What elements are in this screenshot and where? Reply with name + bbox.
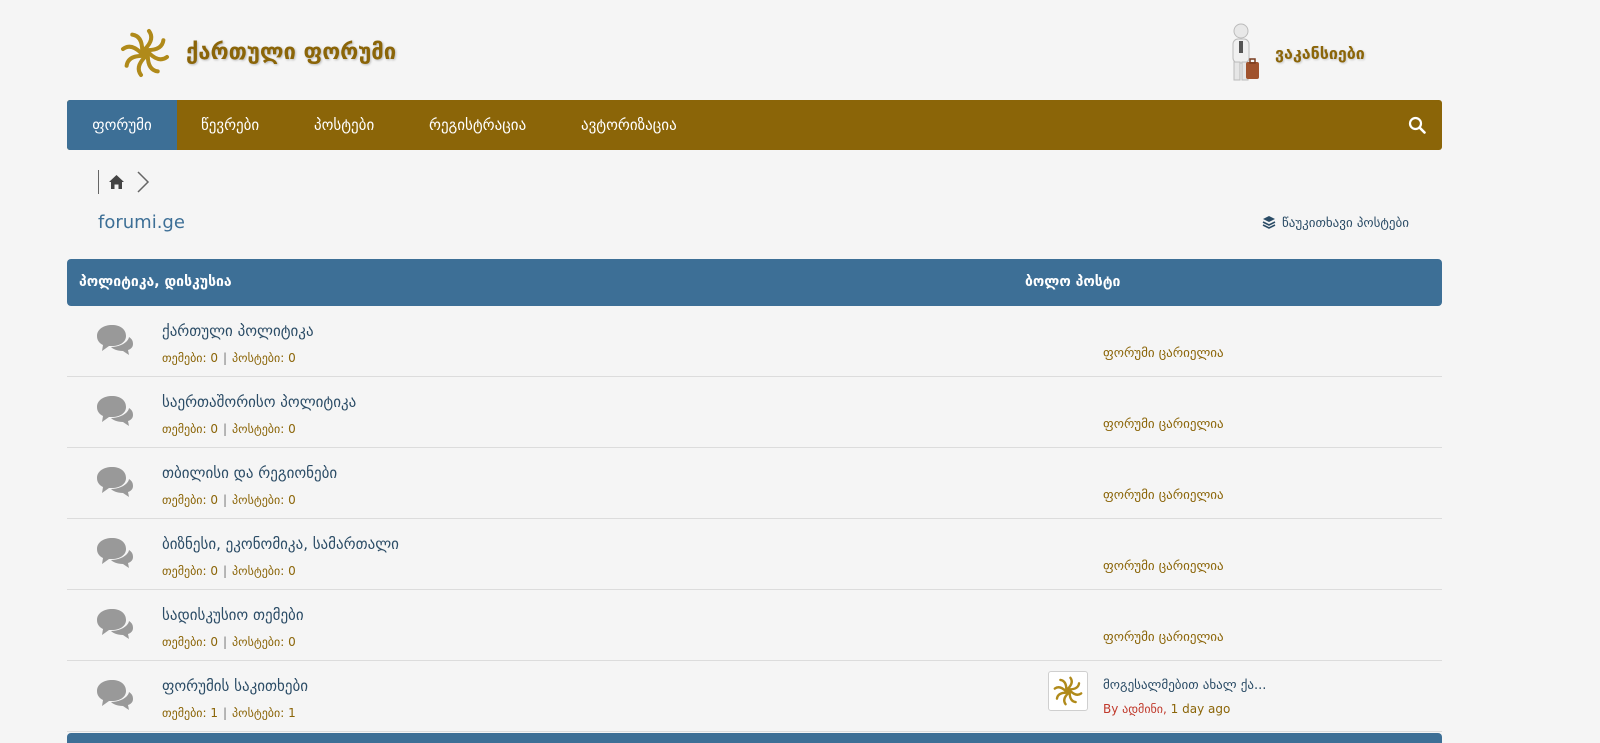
- unread-posts-link[interactable]: წაუკითხავი პოსტები: [1262, 215, 1409, 231]
- stats-separator: |: [223, 493, 228, 507]
- last-post-author[interactable]: By ადმინი,: [1103, 702, 1167, 716]
- site-title[interactable]: ქართული ფორუმი: [186, 40, 396, 65]
- comments-icon: [95, 466, 135, 500]
- topics-count: 0: [210, 635, 218, 649]
- forum-stats: თემები: 0 | პოსტები: 0: [162, 351, 296, 365]
- nav-item-register[interactable]: რეგისტრაცია: [429, 100, 526, 150]
- nav-item-forum[interactable]: ფორუმი: [67, 100, 177, 150]
- site-logo-icon[interactable]: [120, 28, 170, 78]
- posts-count: 0: [288, 351, 296, 365]
- comments-icon: [95, 608, 135, 642]
- jobs-link[interactable]: ვაკანსიები: [1275, 44, 1365, 63]
- last-post-meta: By ადმინი, 1 day ago: [1103, 702, 1230, 716]
- posts-count: 1: [288, 706, 296, 720]
- posts-label: პოსტები:: [232, 635, 285, 649]
- forum-row: სადისკუსიო თემები თემები: 0 | პოსტები: 0 ფორ…: [67, 590, 1442, 661]
- posts-label: პოსტები:: [232, 706, 285, 720]
- forum-title-link[interactable]: ქართული პოლიტიკა: [162, 322, 314, 340]
- comments-icon: [95, 679, 135, 713]
- posts-label: პოსტები:: [232, 351, 285, 365]
- category-header: პოლიტიკა, დისკუსია ბოლო პოსტი: [67, 259, 1442, 306]
- stats-separator: |: [223, 351, 228, 365]
- next-category-header: [67, 733, 1442, 743]
- forum-stats: თემები: 1 | პოსტები: 1: [162, 706, 296, 720]
- last-post-time: 1 day ago: [1170, 702, 1231, 716]
- forum-title-link[interactable]: ბიზნესი, ეკონომიკა, სამართალი: [162, 535, 399, 553]
- stats-separator: |: [223, 706, 228, 720]
- topics-count: 0: [210, 351, 218, 365]
- last-post-link[interactable]: მოგესალმებით ახალ ქა...: [1103, 678, 1266, 693]
- home-icon[interactable]: [108, 174, 125, 190]
- forum-title-link[interactable]: სადისკუსიო თემები: [162, 606, 304, 624]
- nav-item-members[interactable]: წევრები: [201, 100, 259, 150]
- unread-posts-label: წაუკითხავი პოსტები: [1282, 216, 1409, 231]
- posts-count: 0: [288, 635, 296, 649]
- nav-item-login[interactable]: ავტორიზაცია: [581, 100, 677, 150]
- topics-label: თემები:: [162, 635, 207, 649]
- category-title[interactable]: პოლიტიკა, დისკუსია: [79, 274, 232, 290]
- chevron-right-icon: [137, 171, 150, 193]
- avatar[interactable]: [1048, 671, 1088, 711]
- last-post-column-header: ბოლო პოსტი: [1025, 274, 1121, 290]
- forum-empty-status: ფორუმი ცარიელია: [1103, 488, 1224, 503]
- layers-icon: [1262, 216, 1276, 229]
- forum-stats: თემები: 0 | პოსტები: 0: [162, 493, 296, 507]
- topics-label: თემები:: [162, 351, 207, 365]
- topics-label: თემები:: [162, 493, 207, 507]
- posts-label: პოსტები:: [232, 564, 285, 578]
- main-nav: ფორუმი წევრები პოსტები რეგისტრაცია ავტორ…: [67, 100, 1442, 150]
- posts-count: 0: [288, 564, 296, 578]
- topics-label: თემები:: [162, 564, 207, 578]
- posts-label: პოსტები:: [232, 493, 285, 507]
- stats-separator: |: [223, 635, 228, 649]
- forum-row: საერთაშორისო პოლიტიკა თემები: 0 | პოსტები: …: [67, 377, 1442, 448]
- site-header: ქართული ფორუმი ვაკანსიები: [0, 0, 1600, 100]
- site-name-link[interactable]: forumi.ge: [98, 212, 185, 233]
- topics-count: 1: [210, 706, 218, 720]
- comments-icon: [95, 324, 135, 358]
- forum-empty-status: ფორუმი ცარიელია: [1103, 559, 1224, 574]
- forum-row: ბიზნესი, ეკონომიკა, სამართალი თემები: 0 | პ…: [67, 519, 1442, 590]
- posts-count: 0: [288, 493, 296, 507]
- breadcrumb-divider: [98, 170, 99, 194]
- topics-label: თემები:: [162, 422, 207, 436]
- forum-row: ფორუმის საკითხები თემები: 1 | პოსტები: 1 მოგ…: [67, 661, 1442, 732]
- topics-count: 0: [210, 493, 218, 507]
- forum-stats: თემები: 0 | პოსტები: 0: [162, 635, 296, 649]
- posts-label: პოსტები:: [232, 422, 285, 436]
- forum-empty-status: ფორუმი ცარიელია: [1103, 417, 1224, 432]
- topics-count: 0: [210, 422, 218, 436]
- forum-stats: თემები: 0 | პოსტები: 0: [162, 422, 296, 436]
- stats-separator: |: [223, 422, 228, 436]
- topics-label: თემები:: [162, 706, 207, 720]
- forum-empty-status: ფორუმი ცარიელია: [1103, 346, 1224, 361]
- forum-title-link[interactable]: საერთაშორისო პოლიტიკა: [162, 393, 356, 411]
- comments-icon: [95, 537, 135, 571]
- forum-row: თბილისი და რეგიონები თემები: 0 | პოსტები: 0…: [67, 448, 1442, 519]
- posts-count: 0: [288, 422, 296, 436]
- stats-separator: |: [223, 564, 228, 578]
- forum-stats: თემები: 0 | პოსტები: 0: [162, 564, 296, 578]
- forum-empty-status: ფორუმი ცარიელია: [1103, 630, 1224, 645]
- forum-title-link[interactable]: ფორუმის საკითხები: [162, 677, 308, 695]
- forum-row: ქართული პოლიტიკა თემები: 0 | პოსტები: 0 ფორუ…: [67, 306, 1442, 377]
- nav-item-posts[interactable]: პოსტები: [314, 100, 374, 150]
- search-icon[interactable]: [1408, 116, 1426, 134]
- forum-title-link[interactable]: თბილისი და რეგიონები: [162, 464, 337, 482]
- businessman-icon: [1232, 23, 1259, 81]
- comments-icon: [95, 395, 135, 429]
- topics-count: 0: [210, 564, 218, 578]
